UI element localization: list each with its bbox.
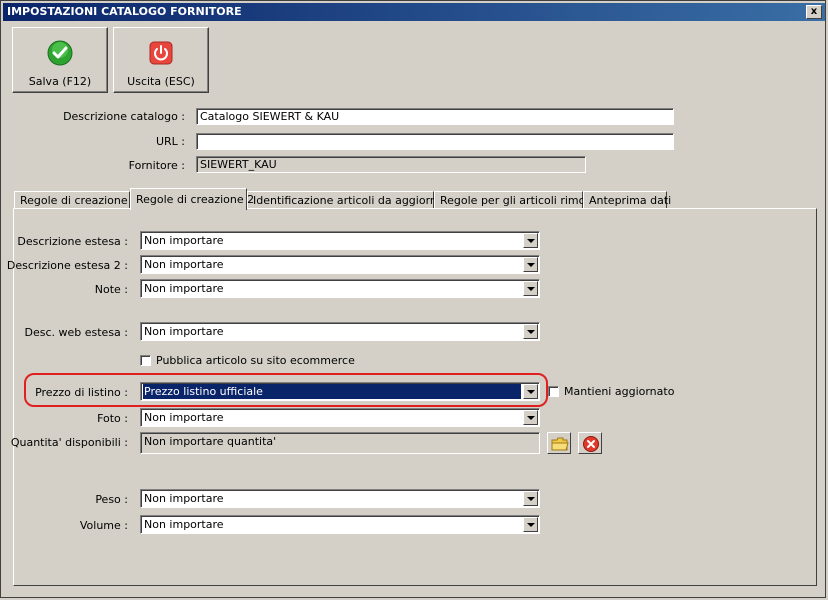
descrizione-label: Descrizione catalogo :	[63, 110, 185, 123]
tab-regole-creazione-1[interactable]: Regole di creazione 1	[14, 191, 138, 209]
pubblica-label: Pubblica articolo su sito ecommerce	[156, 354, 355, 367]
desc-estesa-select[interactable]: Non importare	[140, 231, 540, 250]
quantita-field: Non importare quantita'	[140, 432, 540, 454]
volume-label: Volume :	[79, 519, 128, 532]
peso-label: Peso :	[95, 493, 128, 506]
note-value: Non importare	[144, 282, 224, 295]
note-label: Note :	[94, 283, 128, 296]
mantieni-label: Mantieni aggiornato	[564, 385, 675, 398]
chevron-down-icon[interactable]	[523, 257, 538, 272]
folder-icon	[551, 437, 569, 451]
delete-button[interactable]	[578, 432, 602, 454]
note-select[interactable]: Non importare	[140, 279, 540, 298]
close-icon	[583, 436, 599, 452]
save-button-label: Salva (F12)	[28, 75, 92, 88]
desc-web-label: Desc. web estesa :	[24, 326, 128, 339]
desc-estesa2-value: Non importare	[144, 258, 224, 271]
descrizione-catalogo-input[interactable]: Catalogo SIEWERT & KAU	[196, 108, 674, 125]
peso-value: Non importare	[144, 492, 224, 505]
title-bar: IMPOSTAZIONI CATALOGO FORNITORE x	[3, 3, 825, 21]
foto-select[interactable]: Non importare	[140, 408, 540, 427]
foto-value: Non importare	[144, 411, 224, 424]
peso-select[interactable]: Non importare	[140, 489, 540, 508]
volume-select[interactable]: Non importare	[140, 515, 540, 534]
url-label: URL :	[155, 135, 185, 148]
chevron-down-icon[interactable]	[523, 384, 538, 399]
pubblica-checkbox[interactable]	[140, 355, 151, 366]
desc-estesa-value: Non importare	[144, 234, 224, 247]
desc-web-value: Non importare	[144, 325, 224, 338]
desc-estesa2-select[interactable]: Non importare	[140, 255, 540, 274]
volume-value: Non importare	[144, 518, 224, 531]
chevron-down-icon[interactable]	[523, 517, 538, 532]
chevron-down-icon[interactable]	[523, 491, 538, 506]
prezzo-label: Prezzo di listino :	[35, 386, 128, 399]
exit-button[interactable]: Uscita (ESC)	[113, 27, 209, 93]
tab-anteprima-dati[interactable]: Anteprima dati	[583, 191, 671, 209]
prezzo-value: Prezzo listino ufficiale	[143, 384, 521, 399]
desc-estesa-label: Descrizione estesa :	[17, 235, 128, 248]
chevron-down-icon[interactable]	[523, 281, 538, 296]
quantita-label: Quantita' disponibili :	[10, 436, 128, 449]
power-icon	[149, 41, 173, 65]
chevron-down-icon[interactable]	[523, 233, 538, 248]
tab-articoli-rimossi[interactable]: Regole per gli articoli rimossi	[434, 191, 600, 209]
foto-label: Foto :	[97, 412, 128, 425]
fornitore-label: Fornitore :	[128, 159, 185, 172]
folder-button[interactable]	[547, 432, 571, 454]
checkmark-icon	[47, 40, 73, 66]
save-button[interactable]: Salva (F12)	[12, 27, 108, 93]
dialog-window: IMPOSTAZIONI CATALOGO FORNITORE x Salva …	[0, 0, 826, 598]
tab-regole-creazione-2[interactable]: Regole di creazione 2	[130, 188, 254, 210]
chevron-down-icon[interactable]	[523, 324, 538, 339]
tab-identificazione-articoli[interactable]: Identificazione articoli da aggiornare	[247, 191, 455, 209]
close-button[interactable]: x	[806, 5, 822, 19]
desc-web-select[interactable]: Non importare	[140, 322, 540, 341]
chevron-down-icon[interactable]	[523, 410, 538, 425]
url-input[interactable]	[196, 133, 674, 150]
mantieni-checkbox[interactable]	[548, 386, 559, 397]
desc-estesa2-label: Descrizione estesa 2 :	[6, 259, 128, 272]
fornitore-field: SIEWERT_KAU	[196, 156, 586, 173]
exit-button-label: Uscita (ESC)	[127, 75, 195, 88]
prezzo-select[interactable]: Prezzo listino ufficiale	[140, 382, 540, 401]
window-title: IMPOSTAZIONI CATALOGO FORNITORE	[7, 5, 242, 18]
